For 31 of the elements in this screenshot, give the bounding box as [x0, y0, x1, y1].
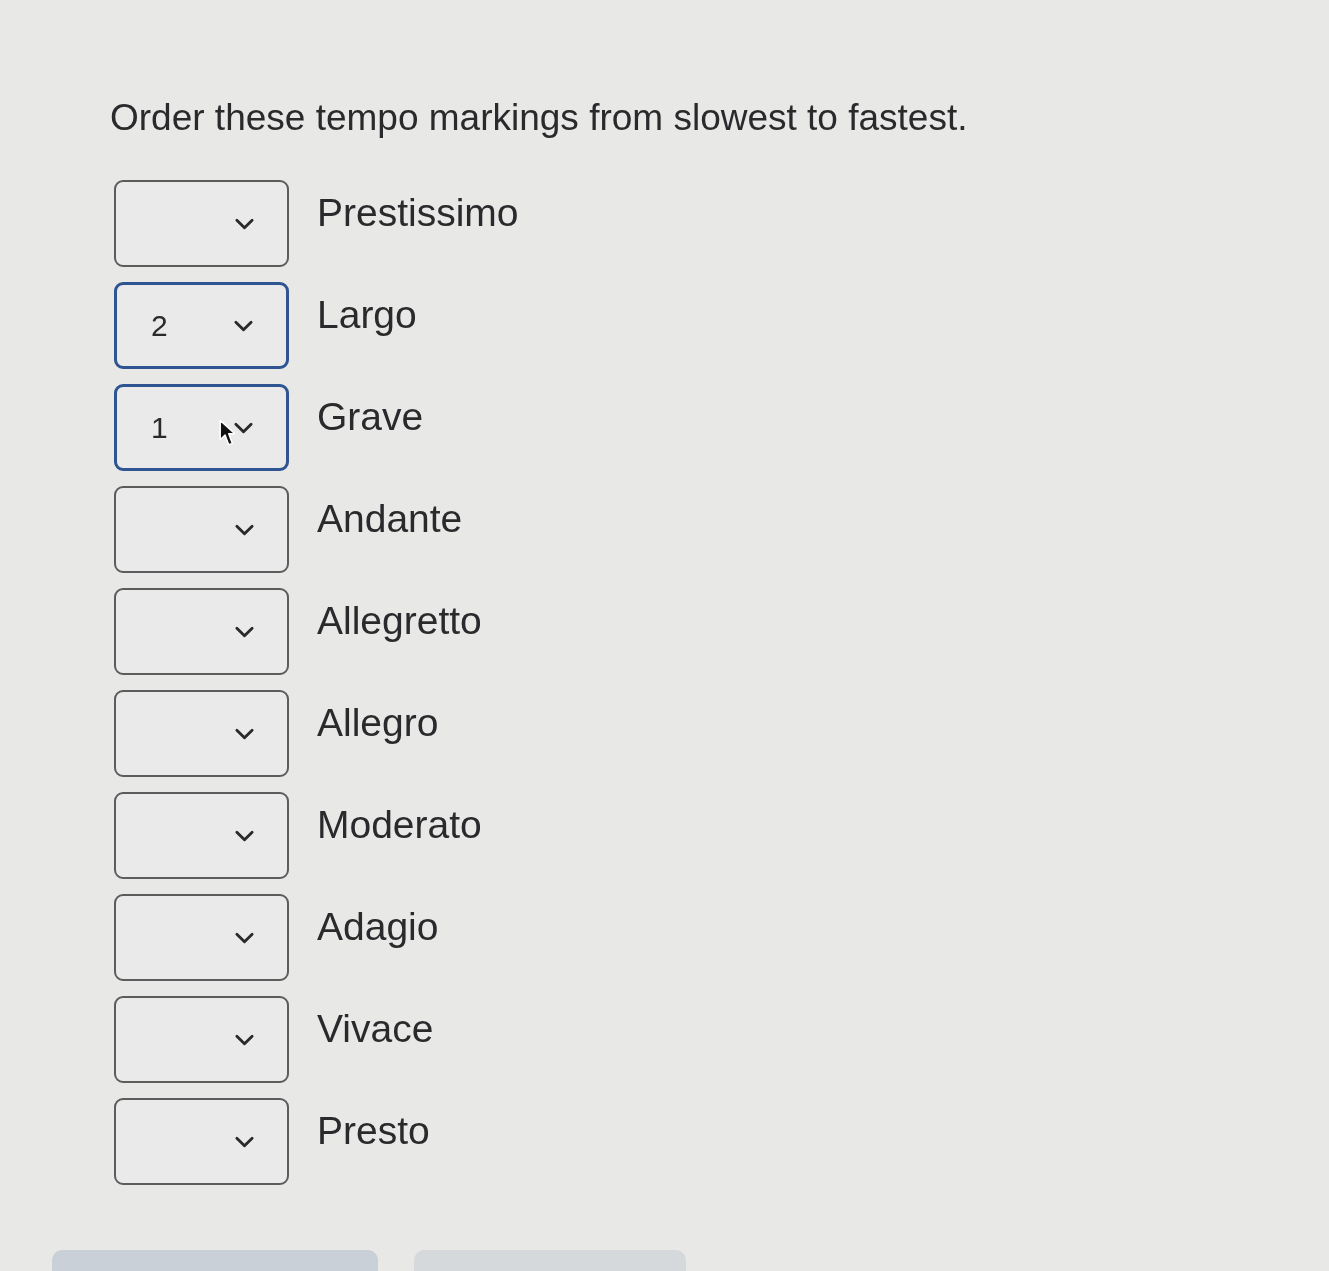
tempo-label: Grave — [317, 394, 424, 440]
tempo-label: Presto — [317, 1108, 430, 1154]
dropdown-select[interactable] — [114, 792, 289, 879]
chevron-down-icon — [234, 1135, 255, 1148]
chevron-down-icon — [234, 727, 255, 740]
chevron-down-icon — [234, 625, 255, 638]
dropdown-select[interactable] — [114, 588, 289, 675]
tempo-label: Allegretto — [317, 598, 482, 644]
chevron-down-icon — [234, 523, 255, 536]
dropdown-select[interactable]: 1 — [114, 384, 289, 471]
tempo-label: Andante — [317, 496, 463, 542]
dropdown-select[interactable] — [114, 486, 289, 573]
dropdown-select[interactable] — [114, 1098, 289, 1185]
chevron-down-icon — [234, 829, 255, 842]
question-prompt: Order these tempo markings from slowest to fastest. — [110, 96, 968, 140]
chevron-down-icon — [234, 1033, 255, 1046]
dropdown-select[interactable] — [114, 894, 289, 981]
tempo-label: Largo — [317, 292, 417, 338]
chevron-down-icon — [233, 421, 254, 434]
tempo-label: Vivace — [317, 1006, 434, 1052]
chevron-down-icon — [233, 319, 254, 332]
chevron-down-icon — [234, 931, 255, 944]
tempo-label: Prestissimo — [317, 190, 519, 236]
dropdown-select[interactable] — [114, 180, 289, 267]
dropdown-select[interactable]: 2 — [114, 282, 289, 369]
tempo-label: Moderato — [317, 802, 482, 848]
dropdown-select[interactable] — [114, 690, 289, 777]
tempo-label: Adagio — [317, 904, 439, 950]
tempo-label: Allegro — [317, 700, 439, 746]
chevron-down-icon — [234, 217, 255, 230]
dropdown-select[interactable] — [114, 996, 289, 1083]
